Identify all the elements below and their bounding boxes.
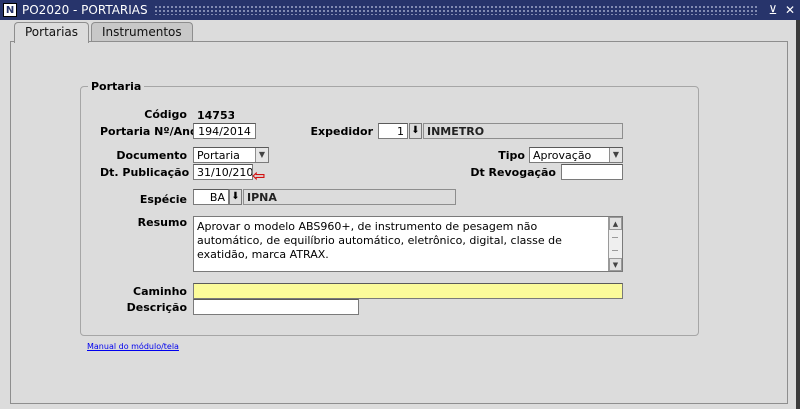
portaria-ano-label: Portaria Nº/Ano (100, 125, 198, 138)
especie-code-field[interactable]: BA (193, 189, 229, 205)
expedidor-name-field: INMETRO (423, 123, 623, 139)
tipo-label: Tipo (498, 149, 525, 162)
especie-lov-icon[interactable]: ⬇ (229, 189, 242, 205)
dt-publicacao-label: Dt. Publicação (100, 166, 190, 179)
scroll-grip[interactable] (612, 237, 618, 251)
tipo-value: Aprovação (533, 149, 592, 162)
minimize-icon[interactable]: ⊻ (766, 3, 780, 17)
descricao-label: Descrição (126, 301, 187, 314)
resumo-textarea[interactable]: Aprovar o modelo ABS960+, de instrumento… (193, 216, 623, 272)
expedidor-label: Expedidor (310, 125, 373, 138)
resumo-scrollbar[interactable]: ▲ ▼ (608, 217, 622, 271)
documento-label: Documento (116, 149, 187, 162)
codigo-field: 14753 (193, 107, 235, 123)
codigo-label: Código (144, 108, 187, 121)
chevron-down-icon[interactable]: ▼ (609, 148, 622, 162)
window-right-edge (796, 20, 800, 409)
portaria-group-title: Portaria (88, 80, 145, 93)
portaria-ano-field[interactable]: 194/2014 (193, 123, 256, 139)
dt-revogacao-label: Dt Revogação (470, 166, 556, 179)
window-title: PO2020 - PORTARIAS (22, 3, 148, 17)
app-icon: N (3, 3, 17, 17)
tab-bar: Portarias Instrumentos (14, 22, 195, 43)
especie-label: Espécie (139, 193, 187, 206)
scroll-up-icon[interactable]: ▲ (609, 217, 622, 230)
documento-value: Portaria (197, 149, 240, 162)
title-bar-grip (153, 5, 758, 15)
red-arrow-icon: ⇦ (252, 166, 266, 185)
expedidor-code-field[interactable]: 1 (378, 123, 408, 139)
descricao-field[interactable] (193, 299, 359, 315)
chevron-down-icon[interactable]: ▼ (255, 148, 268, 162)
close-icon[interactable]: ✕ (783, 3, 797, 17)
dt-revogacao-field[interactable] (561, 164, 623, 180)
scroll-down-icon[interactable]: ▼ (609, 258, 622, 271)
manual-link[interactable]: Manual do módulo/tela (87, 342, 179, 351)
resumo-label: Resumo (137, 216, 187, 229)
expedidor-lov-icon[interactable]: ⬇ (409, 123, 422, 139)
caminho-label: Caminho (133, 285, 187, 298)
tab-instrumentos[interactable]: Instrumentos (91, 22, 193, 42)
especie-name-field: IPNA (243, 189, 456, 205)
title-bar: N PO2020 - PORTARIAS ⊻ ✕ (0, 0, 800, 20)
tab-portarias[interactable]: Portarias (14, 22, 90, 43)
dt-publicacao-field[interactable]: 31/10/2104 (193, 164, 253, 180)
caminho-field[interactable] (193, 283, 623, 299)
